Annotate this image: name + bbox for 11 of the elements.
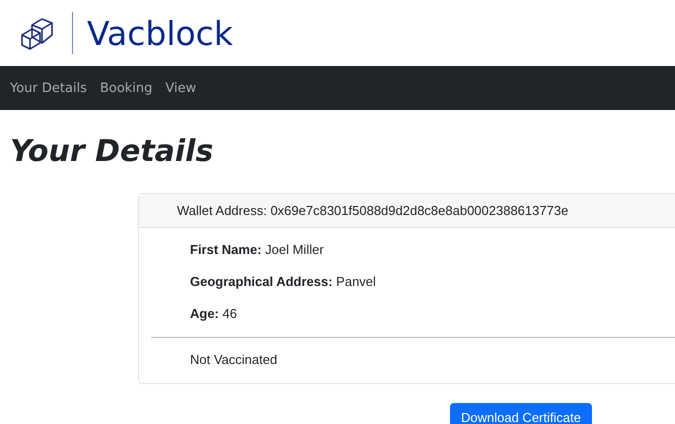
brand-name: Vacblock: [87, 14, 233, 52]
vaccination-status: Not Vaccinated: [189, 351, 278, 369]
wallet-address: Wallet Address: 0x69e7c8301f5088d9d2d8c8e8ab0002388613773e: [139, 194, 675, 228]
nav-link[interactable]: Your Details: [10, 80, 87, 96]
detail-field: Age: 46: [190, 305, 675, 323]
page-title: Your Details: [10, 133, 214, 171]
download-certificate-button[interactable]: Download Certificate: [450, 403, 592, 424]
detail-field: First Name: Joel Miller: [190, 241, 675, 259]
nav-link[interactable]: Booking: [100, 80, 152, 96]
nav-link[interactable]: View: [165, 80, 196, 96]
detail-field: Geographical Address: Panvel: [190, 273, 675, 291]
